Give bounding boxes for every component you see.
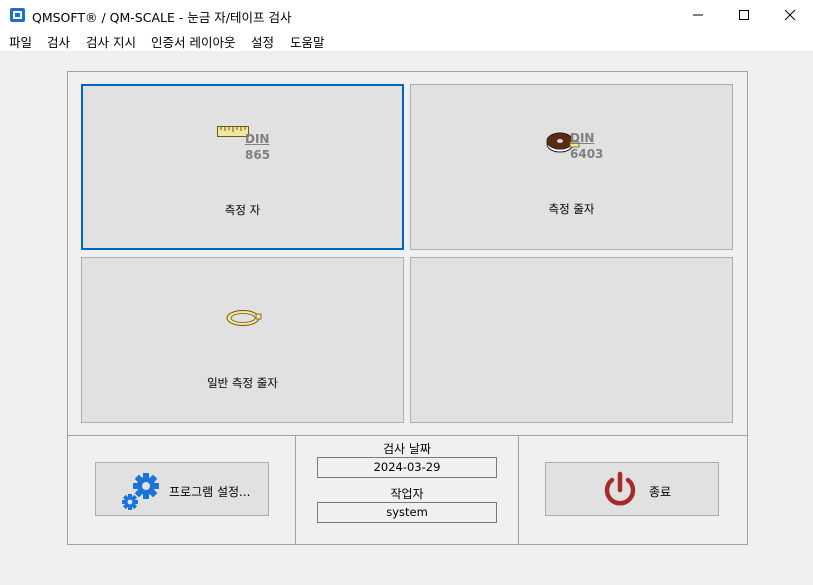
- tile-tape-measure[interactable]: DIN 6403 측정 줄자: [410, 84, 733, 250]
- program-settings-button[interactable]: 프로그램 설정...: [95, 462, 269, 516]
- menu-inspection[interactable]: 검사: [47, 32, 70, 51]
- din-label: DIN: [245, 132, 270, 146]
- menu-help[interactable]: 도움말: [290, 32, 325, 51]
- menu-certificate-layout[interactable]: 인증서 레이아웃: [151, 32, 235, 51]
- date-field[interactable]: 2024-03-29: [317, 457, 497, 478]
- power-icon: [604, 471, 636, 506]
- din-number: 6403: [570, 147, 604, 161]
- close-button[interactable]: [767, 0, 813, 30]
- app-icon: [10, 8, 25, 22]
- menu-settings[interactable]: 설정: [251, 32, 274, 51]
- minimize-icon: [693, 14, 703, 16]
- tile-general-tape[interactable]: 일반 측정 줄자: [81, 257, 404, 423]
- divider: [295, 436, 296, 545]
- worker-field[interactable]: system: [317, 502, 497, 523]
- soft-tape-icon: [226, 310, 262, 326]
- tile-empty[interactable]: [410, 257, 733, 423]
- din-label: DIN: [570, 131, 595, 145]
- maximize-icon: [739, 10, 749, 20]
- menu-file[interactable]: 파일: [9, 32, 32, 51]
- menu-bar: 파일 검사 검사 지시 인증서 레이아웃 설정 도움말: [0, 30, 813, 52]
- divider: [518, 436, 519, 545]
- gear-icon: [122, 473, 159, 510]
- tile-label: 측정 줄자: [548, 202, 595, 216]
- din-number: 865: [245, 148, 271, 162]
- close-icon: [784, 9, 796, 21]
- program-settings-label: 프로그램 설정...: [169, 485, 251, 499]
- exit-label: 종료: [649, 485, 672, 499]
- client-area: DIN 865 측정 자 DIN 6403 측정 줄자 일반 측정 줄자 프로그…: [0, 52, 813, 585]
- worker-caption: 작업자: [390, 487, 424, 501]
- date-caption: 검사 날짜: [383, 442, 431, 456]
- minimize-button[interactable]: [675, 0, 721, 30]
- tile-label: 측정 자: [224, 203, 261, 217]
- tile-label: 일반 측정 줄자: [207, 376, 278, 390]
- main-panel: DIN 865 측정 자 DIN 6403 측정 줄자 일반 측정 줄자 프로그…: [67, 71, 748, 545]
- menu-inspection-order[interactable]: 검사 지시: [86, 32, 136, 51]
- footer-panel: 프로그램 설정... 검사 날짜 2024-03-29 작업자 system 종…: [68, 435, 747, 545]
- exit-button[interactable]: 종료: [545, 462, 719, 516]
- title-bar: QMSOFT® / QM-SCALE - 눈금 자/테이프 검사: [0, 0, 813, 30]
- tile-ruler[interactable]: DIN 865 측정 자: [81, 84, 404, 250]
- window-title: QMSOFT® / QM-SCALE - 눈금 자/테이프 검사: [32, 10, 292, 25]
- maximize-button[interactable]: [721, 0, 767, 30]
